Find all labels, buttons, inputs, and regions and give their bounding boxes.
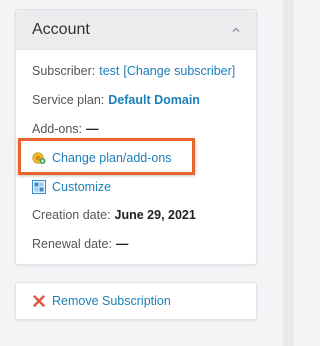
chevron-up-icon[interactable] xyxy=(230,24,242,36)
renewal-date-row: Renewal date: — xyxy=(32,237,128,251)
creation-date-label: Creation date: xyxy=(32,208,111,222)
change-subscriber-link[interactable]: [Change subscriber] xyxy=(123,64,235,78)
customize-link[interactable]: Customize xyxy=(52,180,111,194)
addons-value: — xyxy=(86,122,99,136)
renewal-date-label: Renewal date: xyxy=(32,237,112,251)
service-plan-label: Service plan: xyxy=(32,93,105,107)
remove-subscription-panel: Remove Subscription xyxy=(15,282,257,320)
addons-row: Add-ons: — xyxy=(32,122,99,136)
remove-subscription-link[interactable]: Remove Subscription xyxy=(52,294,171,308)
creation-date-value: June 29, 2021 xyxy=(114,208,196,222)
renewal-date-value: — xyxy=(115,237,129,251)
right-scroll-strip xyxy=(283,0,294,346)
remove-subscription-row[interactable]: Remove Subscription xyxy=(32,294,171,308)
highlight-box xyxy=(18,138,195,175)
service-plan-link[interactable]: Default Domain xyxy=(108,93,200,107)
customize-icon xyxy=(32,180,46,194)
addons-label: Add-ons: xyxy=(32,122,83,136)
account-title: Account xyxy=(32,20,90,38)
close-icon xyxy=(33,295,45,307)
account-header[interactable]: Account xyxy=(16,10,256,50)
subscriber-row: Subscriber: test [Change subscriber] xyxy=(32,64,235,78)
customize-row[interactable]: Customize xyxy=(32,180,111,194)
subscriber-link[interactable]: test xyxy=(99,64,119,78)
subscriber-label: Subscriber: xyxy=(32,64,96,78)
creation-date-row: Creation date: June 29, 2021 xyxy=(32,208,196,222)
service-plan-row: Service plan: Default Domain xyxy=(32,93,200,107)
account-panel: Account Subscriber: test [Change subscri… xyxy=(15,9,257,265)
